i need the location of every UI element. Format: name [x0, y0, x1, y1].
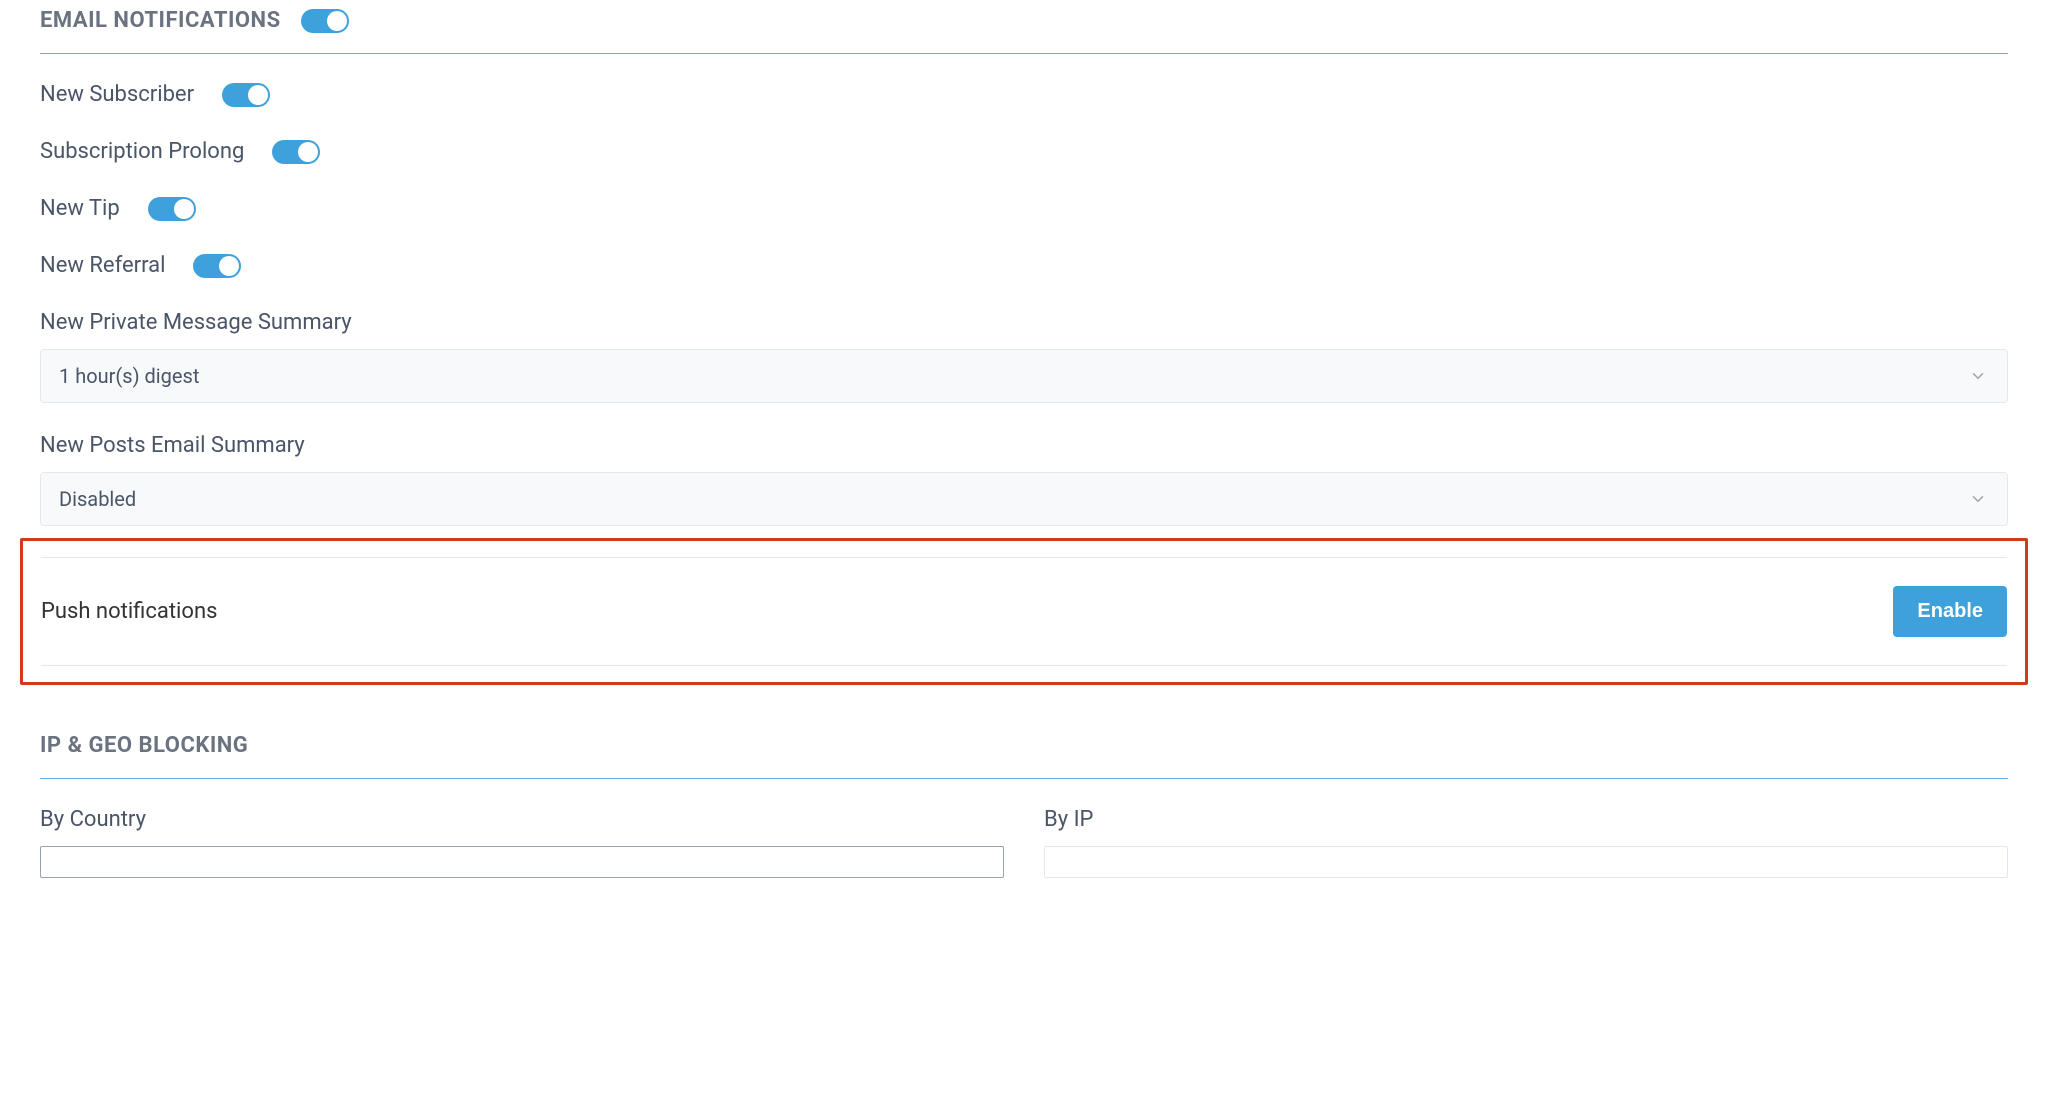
enable-push-button[interactable]: Enable [1893, 586, 2007, 637]
chevron-down-icon [1969, 490, 1987, 508]
ip-geo-header: IP & GEO BLOCKING [40, 693, 2008, 779]
select-posts-email-summary[interactable]: Disabled [40, 472, 2008, 526]
label-subscription-prolong: Subscription Prolong [40, 139, 244, 164]
row-new-referral: New Referral [40, 253, 2008, 278]
row-new-tip: New Tip [40, 196, 2008, 221]
field-private-message-summary: New Private Message Summary 1 hour(s) di… [40, 310, 2008, 403]
push-notifications-row: Push notifications Enable [41, 557, 2007, 666]
toggle-new-subscriber[interactable] [222, 83, 270, 107]
label-by-ip: By IP [1044, 807, 2008, 832]
input-by-country[interactable] [40, 846, 1004, 878]
toggle-subscription-prolong[interactable] [272, 140, 320, 164]
chevron-down-icon [1969, 367, 1987, 385]
label-private-message-summary: New Private Message Summary [40, 310, 2008, 335]
label-new-referral: New Referral [40, 253, 165, 278]
input-by-ip[interactable] [1044, 846, 2008, 878]
row-subscription-prolong: Subscription Prolong [40, 139, 2008, 164]
col-by-ip: By IP [1044, 807, 2008, 878]
label-posts-email-summary: New Posts Email Summary [40, 433, 2008, 458]
select-value-private-message: 1 hour(s) digest [59, 364, 199, 388]
toggle-new-referral[interactable] [193, 254, 241, 278]
ip-geo-title: IP & GEO BLOCKING [40, 733, 248, 758]
field-posts-email-summary: New Posts Email Summary Disabled [40, 433, 2008, 526]
email-notifications-title: EMAIL NOTIFICATIONS [40, 8, 281, 33]
email-notifications-header: EMAIL NOTIFICATIONS [40, 0, 2008, 54]
email-notifications-toggle[interactable] [301, 9, 349, 33]
select-value-posts-email: Disabled [59, 487, 136, 511]
row-new-subscriber: New Subscriber [40, 82, 2008, 107]
select-private-message-summary[interactable]: 1 hour(s) digest [40, 349, 2008, 403]
label-new-tip: New Tip [40, 196, 120, 221]
label-new-subscriber: New Subscriber [40, 82, 194, 107]
toggle-new-tip[interactable] [148, 197, 196, 221]
push-notifications-label: Push notifications [41, 599, 217, 624]
push-notifications-highlight: Push notifications Enable [20, 538, 2028, 685]
col-by-country: By Country [40, 807, 1004, 878]
ip-geo-columns: By Country By IP [40, 807, 2008, 878]
label-by-country: By Country [40, 807, 1004, 832]
